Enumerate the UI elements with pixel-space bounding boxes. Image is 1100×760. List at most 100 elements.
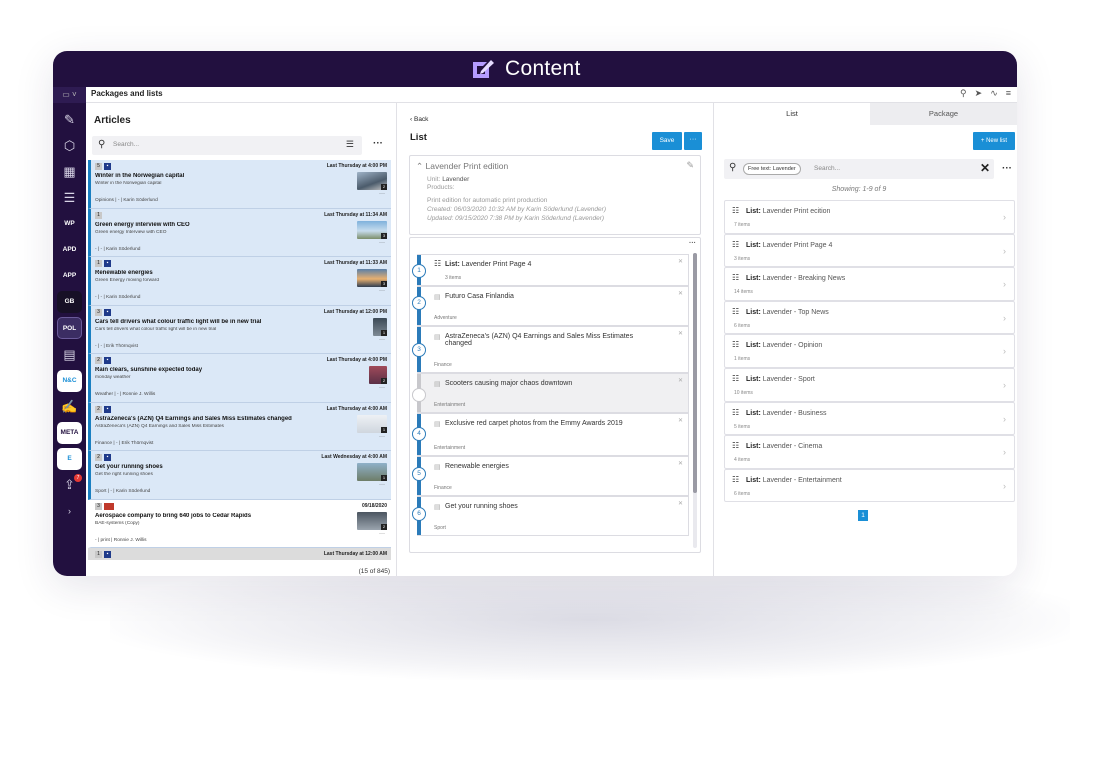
new-list-button[interactable]: + New list bbox=[973, 132, 1015, 150]
rail-item-nc[interactable]: N&C bbox=[57, 370, 82, 392]
row-more-icon[interactable]: ··· bbox=[379, 240, 385, 246]
article-row[interactable]: 1 ▪ Last Thursday at 12:00 AM bbox=[88, 548, 391, 560]
article-row[interactable]: 3 09/18/2020 Aerospace company to bring … bbox=[88, 499, 391, 548]
remove-icon[interactable]: ✕ bbox=[678, 500, 683, 507]
remove-icon[interactable]: ✕ bbox=[678, 330, 683, 337]
rail-item-apd[interactable]: APD bbox=[57, 239, 82, 261]
list-title: List: Lavender - Business bbox=[746, 409, 827, 417]
list-title: List: Lavender - Breaking News bbox=[746, 275, 846, 283]
send-icon[interactable]: ➤ bbox=[975, 88, 983, 99]
item-position: 2 bbox=[412, 296, 426, 310]
article-row[interactable]: 2 ▪ Last Thursday at 4:00 AM AstraZeneca'… bbox=[88, 402, 391, 451]
article-icon: ▤ bbox=[434, 464, 441, 471]
row-more-icon[interactable]: ··· bbox=[379, 288, 385, 294]
row-more-icon[interactable]: ··· bbox=[379, 531, 385, 537]
list-result-item[interactable]: ☷ List: Lavender - Breaking News 14 items › bbox=[724, 267, 1015, 301]
chevron-right-icon: › bbox=[1003, 413, 1006, 424]
calendar-icon[interactable]: ▦ bbox=[57, 161, 82, 183]
upload-icon[interactable]: ⇪ 7 bbox=[57, 474, 82, 496]
back-link[interactable]: ‹ Back bbox=[410, 116, 428, 123]
article-search-input[interactable]: ⚲ Search... ☰ bbox=[92, 136, 362, 155]
more-options-icon[interactable]: ··· bbox=[1002, 163, 1012, 174]
remove-icon[interactable]: ✕ bbox=[678, 377, 683, 384]
edit-icon[interactable]: ✎ bbox=[686, 160, 694, 171]
items-more-icon[interactable]: ··· bbox=[689, 240, 696, 247]
list-item[interactable]: ▤ Scooters causing major chaos downtown … bbox=[412, 373, 689, 413]
remove-icon[interactable]: ✕ bbox=[678, 290, 683, 297]
remove-icon[interactable]: ✕ bbox=[678, 258, 683, 265]
row-more-icon[interactable]: ··· bbox=[379, 434, 385, 440]
list-title: List: Lavender - Entertainment bbox=[746, 476, 842, 484]
save-button[interactable]: Save bbox=[652, 132, 682, 150]
tab-package[interactable]: Package bbox=[870, 103, 1017, 125]
article-icon: ▤ bbox=[434, 421, 441, 428]
chevron-right-icon: › bbox=[1003, 279, 1006, 290]
row-more-icon[interactable]: ··· bbox=[379, 385, 385, 391]
row-more-icon[interactable]: ··· bbox=[379, 482, 385, 488]
article-subtitle: Get the right running shoes bbox=[95, 472, 153, 477]
package-icon[interactable]: ⬡ bbox=[57, 135, 82, 157]
row-more-icon[interactable]: ··· bbox=[379, 191, 385, 197]
chevron-right-icon: › bbox=[1003, 379, 1006, 390]
list-item[interactable]: 6 ▤ Get your running shoes Sport ✕ bbox=[412, 496, 689, 536]
rail-item-meta[interactable]: META bbox=[57, 422, 82, 444]
list-item[interactable]: 1 ☷ List: Lavender Print Page 4 3 items … bbox=[412, 254, 689, 286]
list-result-item[interactable]: ☷ List: Lavender - Entertainment 6 items › bbox=[724, 468, 1015, 503]
list-result-item[interactable]: ☷ List: Lavender - Sport 10 items › bbox=[724, 367, 1015, 402]
article-row[interactable]: 2 ▪ Last Thursday at 4:00 PM Rain clears,… bbox=[88, 354, 391, 403]
news-icon[interactable]: ▤ bbox=[57, 344, 82, 366]
rail-toggle[interactable]: ▭ ˅ bbox=[53, 87, 86, 103]
list-item[interactable]: 5 ▤ Renewable energies Finance ✕ bbox=[412, 456, 689, 496]
filter-icon[interactable]: ☰ bbox=[346, 139, 354, 150]
edit-doc-icon[interactable]: ✎ bbox=[57, 109, 82, 131]
list-result-item[interactable]: ☷ List: Lavender - Top News 6 items › bbox=[724, 300, 1015, 335]
stack-icon[interactable]: ☰ bbox=[57, 187, 82, 209]
article-thumbnail: 3 bbox=[357, 269, 387, 287]
rail-item-pol[interactable]: POL bbox=[57, 317, 82, 339]
tab-list[interactable]: List bbox=[714, 103, 870, 125]
page-1-button[interactable]: 1 bbox=[858, 510, 868, 521]
article-count-badge: 3 bbox=[95, 502, 102, 510]
list-item[interactable]: 2 ▤ Futuro Casa Finlandia Adventure ✕ bbox=[412, 286, 689, 326]
article-thumbnail: 2 bbox=[369, 366, 387, 384]
list-result-item[interactable]: ☷ List: Lavender - Cinema 4 items › bbox=[724, 435, 1015, 469]
filter-chip[interactable]: Free text: Lavender bbox=[743, 163, 801, 175]
search-icon[interactable]: ⚲ bbox=[960, 88, 967, 99]
article-row[interactable]: 1 ▪ Last Thursday at 11:33 AM Renewable e… bbox=[88, 257, 391, 306]
rail-item-e[interactable]: E bbox=[57, 448, 82, 470]
article-thumbnail: 1 bbox=[357, 463, 387, 481]
expand-icon[interactable]: › bbox=[57, 500, 82, 522]
list-item[interactable]: 3 ▤ AstraZeneca's (AZN) Q4 Earnings and … bbox=[412, 326, 689, 373]
rail-item-app[interactable]: APP bbox=[57, 265, 82, 287]
flag-icon: ▪ bbox=[104, 405, 111, 413]
article-row[interactable]: 3 ▪ Last Thursday at 12:00 PM Cars tell d… bbox=[88, 305, 391, 354]
list-result-item[interactable]: ☷ List: Lavender Print ecition 7 items › bbox=[724, 200, 1015, 234]
article-time: Last Thursday at 4:00 PM bbox=[326, 163, 387, 169]
list-result-item[interactable]: ☷ List: Lavender - Business 5 items › bbox=[724, 401, 1015, 436]
clear-icon[interactable]: ✕ bbox=[980, 161, 990, 175]
list-result-item[interactable]: ☷ List: Lavender - Opinion 1 items › bbox=[724, 334, 1015, 368]
list-name[interactable]: ⌃ Lavender Print edition bbox=[416, 161, 508, 172]
activity-icon[interactable]: ∿ bbox=[990, 88, 998, 99]
article-row[interactable]: 5 ▪ Last Thursday at 4:00 PM Winter in th… bbox=[88, 160, 391, 209]
save-options-button[interactable]: ··· bbox=[684, 132, 702, 150]
article-meta: Opinions | - | Karin Söderlund bbox=[95, 198, 158, 203]
article-row[interactable]: 1 Last Thursday at 11:34 AM Green energy… bbox=[88, 208, 391, 257]
remove-icon[interactable]: ✕ bbox=[678, 417, 683, 424]
note-icon[interactable]: ✍ bbox=[57, 396, 82, 418]
list-icon: ☷ bbox=[732, 206, 740, 215]
rail-item-wp[interactable]: WP bbox=[57, 213, 82, 235]
menu-icon[interactable]: ≡ bbox=[1006, 88, 1011, 99]
list-search-input[interactable]: ⚲ Free text: Lavender Search... ✕ bbox=[724, 159, 994, 179]
remove-icon[interactable]: ✕ bbox=[678, 460, 683, 467]
list-item[interactable]: 4 ▤ Exclusive red carpet photos from the… bbox=[412, 413, 689, 456]
rail-item-gb[interactable]: GB bbox=[57, 291, 82, 313]
updated-info: Updated: 09/15/2020 7:38 PM by Karin Söd… bbox=[427, 215, 605, 222]
row-more-icon[interactable]: ··· bbox=[379, 337, 385, 343]
more-options-icon[interactable]: ··· bbox=[373, 138, 383, 149]
list-item-count: 1 items bbox=[734, 356, 751, 363]
article-meta: - | - | Karin Söderlund bbox=[95, 295, 141, 300]
scrollbar-thumb[interactable] bbox=[693, 253, 697, 493]
list-result-item[interactable]: ☷ List: Lavender Print Page 4 3 items › bbox=[724, 233, 1015, 268]
article-row[interactable]: 2 ▪ Last Wednesday at 4:00 AM Get your ru… bbox=[88, 451, 391, 500]
